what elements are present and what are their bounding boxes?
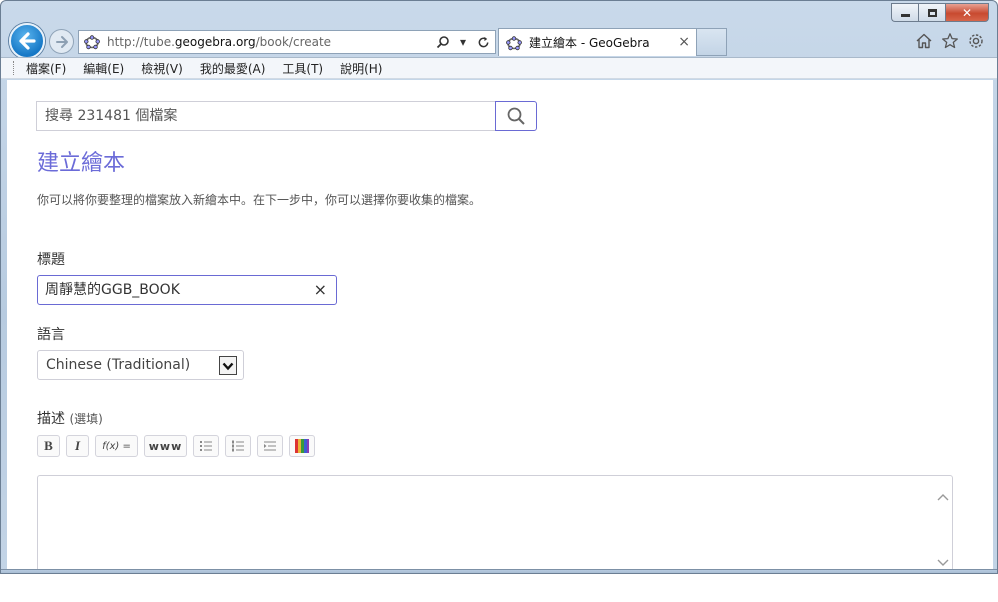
chevron-down-icon[interactable]: ▾ <box>455 33 471 51</box>
tab-geogebra[interactable]: 建立繪本 - GeoGebra × <box>498 28 697 56</box>
close-window-button[interactable]: ✕ <box>945 3 989 22</box>
new-tab-button[interactable] <box>697 28 727 56</box>
language-value: Chinese (Traditional) <box>46 357 191 373</box>
star-icon <box>942 33 958 49</box>
description-label: 描述 (選填) <box>37 408 103 428</box>
language-select[interactable]: Chinese (Traditional) <box>37 350 244 380</box>
color-palette-icon <box>295 439 309 453</box>
formula-button[interactable]: f(x) = <box>95 435 138 457</box>
browser-tools <box>915 32 985 50</box>
language-label: 語言 <box>37 327 65 343</box>
bullet-list-icon <box>200 441 212 451</box>
browser-window: ✕ http://tube.geogebra.org/book/create ▾… <box>0 0 998 574</box>
menu-edit[interactable]: 編輯(E) <box>83 60 124 77</box>
tab-title: 建立繪本 - GeoGebra <box>529 36 650 50</box>
maximize-icon <box>927 8 937 17</box>
refresh-icon <box>478 36 488 47</box>
italic-button[interactable]: I <box>66 435 89 457</box>
search-bar: 搜尋 231481 個檔案 <box>36 101 537 131</box>
menu-favorites[interactable]: 我的最愛(A) <box>200 60 266 77</box>
menu-bar: 檔案(F) 編輯(E) 檢視(V) 我的最愛(A) 工具(T) 說明(H) <box>1 57 997 79</box>
title-value: 周靜慧的GGB_BOOK <box>45 282 180 298</box>
window-bottom-border <box>1 569 997 573</box>
chevron-down-icon <box>937 559 949 566</box>
forward-button[interactable] <box>49 29 74 54</box>
menu-view[interactable]: 檢視(V) <box>141 60 183 77</box>
description-optional: (選填) <box>69 412 103 426</box>
chevron-up-icon <box>937 494 949 501</box>
search-icon <box>507 107 525 125</box>
address-tools: ▾ <box>435 33 491 51</box>
bold-button[interactable]: B <box>37 435 60 457</box>
menu-help[interactable]: 說明(H) <box>340 60 382 77</box>
settings-button[interactable] <box>967 32 985 50</box>
search-dropdown-button[interactable] <box>435 33 451 51</box>
search-button[interactable] <box>495 101 537 131</box>
favorites-button[interactable] <box>941 32 959 50</box>
refresh-button[interactable] <box>475 33 491 51</box>
gear-icon <box>969 34 983 48</box>
page-content: 搜尋 231481 個檔案 建立繪本 你可以將你要整理的檔案放入新繪本中。在下一… <box>7 80 993 569</box>
minimize-button[interactable] <box>891 3 918 22</box>
description-label-text: 描述 <box>37 411 65 427</box>
numbered-list-icon <box>232 440 244 452</box>
scroll-up-button[interactable] <box>936 490 950 504</box>
title-input[interactable]: 周靜慧的GGB_BOOK × <box>37 275 337 305</box>
forward-arrow-icon <box>55 35 68 48</box>
geogebra-site-icon <box>83 33 101 51</box>
minimize-icon <box>900 14 910 17</box>
menu-grip <box>13 61 16 75</box>
intro-text: 你可以將你要整理的檔案放入新繪本中。在下一步中，你可以選擇你要收集的檔案。 <box>37 193 482 207</box>
description-editor[interactable] <box>37 475 953 569</box>
search-input[interactable]: 搜尋 231481 個檔案 <box>36 101 495 131</box>
maximize-button[interactable] <box>918 3 945 22</box>
color-picker-button[interactable] <box>289 435 315 457</box>
bullet-list-button[interactable] <box>193 435 219 457</box>
tab-close-button[interactable]: × <box>678 34 690 50</box>
address-bar[interactable]: http://tube.geogebra.org/book/create ▾ <box>78 30 496 54</box>
numbered-list-button[interactable] <box>225 435 251 457</box>
clear-title-button[interactable]: × <box>314 276 327 304</box>
menu-tools[interactable]: 工具(T) <box>282 60 323 77</box>
link-button[interactable]: www <box>144 435 187 457</box>
home-icon <box>916 33 932 49</box>
chevron-down-icon[interactable] <box>219 356 237 375</box>
back-button[interactable] <box>9 23 45 59</box>
page-title: 建立繪本 <box>37 151 126 176</box>
scroll-down-button[interactable] <box>936 556 950 569</box>
title-label: 標題 <box>37 252 65 268</box>
close-icon: ✕ <box>961 5 973 20</box>
address-url: http://tube.geogebra.org/book/create <box>107 35 332 49</box>
home-button[interactable] <box>915 32 933 50</box>
indent-button[interactable] <box>257 435 283 457</box>
geogebra-tab-icon <box>505 34 523 52</box>
indent-icon <box>264 441 276 451</box>
window-controls: ✕ <box>891 3 989 22</box>
editor-toolbar: B I f(x) = www <box>37 435 315 457</box>
search-icon <box>436 36 449 49</box>
menu-file[interactable]: 檔案(F) <box>26 60 66 77</box>
back-arrow-icon <box>19 32 36 50</box>
